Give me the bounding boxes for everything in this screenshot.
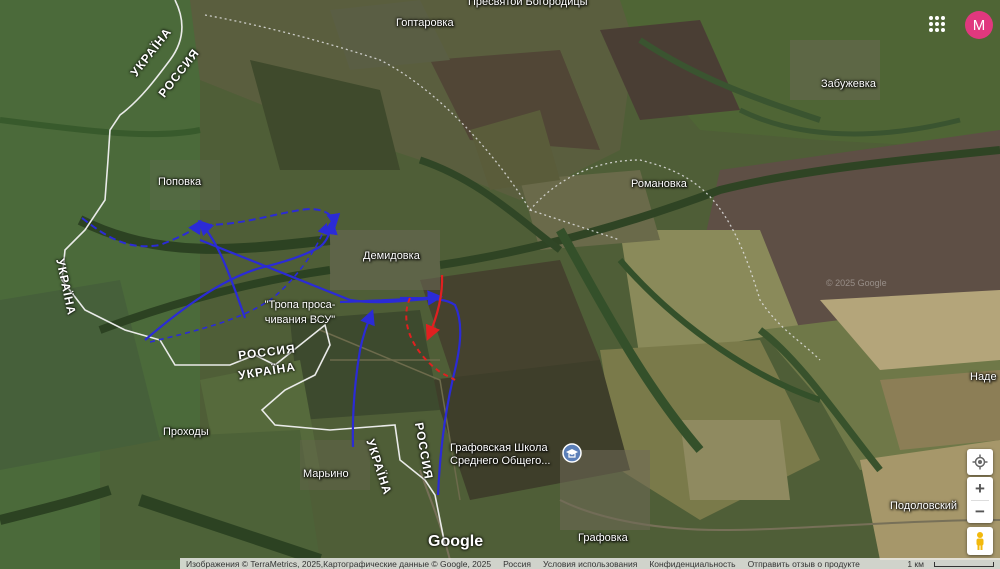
scale-label: 1 км <box>907 558 924 569</box>
place-label-prokhody[interactable]: Проходы <box>163 426 209 439</box>
place-label-grafovka[interactable]: Графовка <box>578 532 628 545</box>
school-pin-icon[interactable] <box>562 443 582 463</box>
locate-icon <box>972 454 988 470</box>
place-label-school[interactable]: Графовская Школа Среднего Общего... <box>450 442 560 468</box>
footer-privacy-link[interactable]: Конфиденциальность <box>643 559 741 569</box>
apps-grid-icon[interactable] <box>929 16 945 32</box>
imagery-watermark: © 2025 Google <box>826 278 887 288</box>
scale-bar <box>934 561 994 567</box>
annotation-line-2: чивания ВСУ" <box>264 314 336 326</box>
place-label-popovka[interactable]: Поповка <box>158 176 201 189</box>
place-label-goptarovka[interactable]: Гоптаровка <box>396 17 454 30</box>
annotation-line-1: "Тропа проса- <box>264 299 336 311</box>
footer-terms-link[interactable]: Условия использования <box>537 559 643 569</box>
place-label-romanovka[interactable]: Романовка <box>631 178 687 191</box>
zoom-control: + − <box>967 477 993 523</box>
attribution-footer: Изображения © TerraMetrics, 2025,Картогр… <box>180 558 1000 569</box>
footer-feedback-link[interactable]: Отправить отзыв о продукте <box>742 559 866 569</box>
footer-scale[interactable]: 1 км <box>895 559 1000 569</box>
locate-button[interactable] <box>967 449 993 475</box>
footer-imagery: Изображения © TerraMetrics, 2025,Картогр… <box>186 558 492 569</box>
account-initial: M <box>972 16 986 34</box>
place-label-presvyatoy[interactable]: Пресвятой Богородицы <box>468 0 588 9</box>
place-label-zabuzhevka[interactable]: Забужевка <box>821 78 876 91</box>
pegman-button[interactable] <box>967 527 993 555</box>
place-label-nade[interactable]: Наде <box>970 371 997 384</box>
place-label-podolovsky[interactable]: Подоловский <box>890 500 957 513</box>
google-logo: Google <box>428 533 484 550</box>
annotation-vsu-trail: "Тропа проса- чивания ВСУ" <box>252 298 348 328</box>
zoom-in-button[interactable]: + <box>975 478 985 500</box>
place-label-demidovka[interactable]: Демидовка <box>363 250 420 263</box>
pegman-icon <box>976 532 984 550</box>
zoom-out-button[interactable]: − <box>975 501 985 523</box>
footer-country[interactable]: Россия <box>497 559 537 569</box>
place-label-maryino[interactable]: Марьино <box>303 468 349 481</box>
account-avatar[interactable]: M <box>965 11 993 39</box>
